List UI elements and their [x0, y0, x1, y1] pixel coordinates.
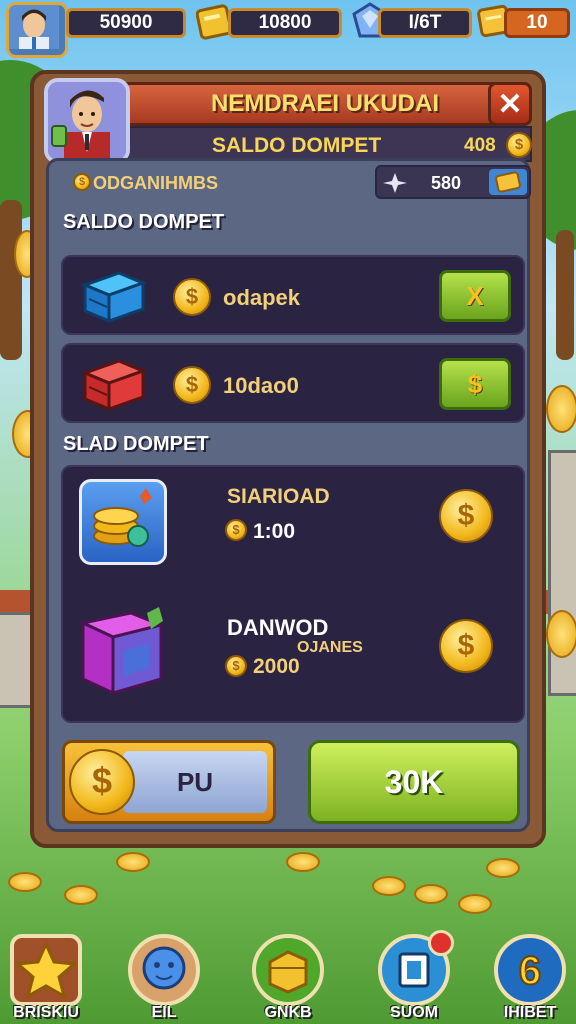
add-balance-button[interactable] — [489, 169, 527, 195]
nav-label: EIL — [151, 1004, 177, 1021]
purple-chest-icon[interactable] — [77, 607, 169, 699]
notification-badge — [428, 930, 454, 956]
gold-bar-icon — [196, 4, 232, 40]
coin-icon: $ — [225, 519, 247, 541]
nav-label: BRISKIU — [13, 1004, 79, 1021]
player-avatar[interactable] — [6, 2, 68, 58]
reward1-tile[interactable] — [79, 479, 167, 565]
nav-icon-box — [128, 934, 200, 1006]
row2-text: 10dao0 — [223, 373, 299, 398]
wallet-row-1: $ odapek X — [61, 255, 525, 335]
coin-stack-icon — [93, 488, 152, 547]
pu-button[interactable]: PU $ — [62, 740, 276, 824]
avatar-portrait-icon — [9, 5, 59, 51]
section-label-rewards: SLAD DOMPET — [63, 433, 209, 455]
row2-action-button[interactable]: $ — [439, 358, 511, 410]
blue-chest-icon — [80, 271, 147, 324]
coin-icon: $ — [225, 655, 247, 677]
reward2-amount: 2000 — [253, 655, 300, 678]
info-value: 580 — [431, 173, 462, 193]
top-hud: 50900 10800 I/6T 10 — [0, 0, 576, 58]
reward1-coin-icon[interactable]: $ — [439, 489, 493, 543]
energy-counter: I/6T — [378, 8, 472, 38]
red-chest-icon — [80, 359, 147, 412]
nav-icon-box — [252, 934, 324, 1006]
svg-text:6: 6 — [519, 949, 541, 993]
rewards-box: SIARIOAD $ 1:00 $ DANWOD OJANES $ 2000 $ — [61, 465, 525, 723]
coin-icon: $ — [73, 173, 91, 191]
close-button[interactable]: ✕ — [488, 82, 532, 126]
ticket-value: 10 — [526, 12, 548, 33]
character-portrait-icon — [48, 82, 126, 160]
row1-action-button[interactable]: X — [439, 270, 511, 322]
row1-text: odapek — [223, 285, 301, 310]
nav-item-briskiu[interactable]: BRISKIU — [2, 934, 90, 1024]
nav-label: IHIBET — [503, 1004, 557, 1021]
reward2-title: DANWOD — [227, 615, 329, 640]
gems-counter: 10800 — [228, 8, 342, 38]
gems-value: 10800 — [258, 12, 312, 33]
nav-item-eil[interactable]: EIL — [120, 934, 208, 1024]
nav-item-gnkb[interactable]: GNKB — [244, 934, 332, 1024]
info-balance: 580 — [375, 165, 531, 199]
nav-icon-box: 6 — [494, 934, 566, 1006]
dialog-title: NEMDRAEI UKUDAI — [211, 90, 439, 117]
dialog-title-bar: NEMDRAEI UKUDAI — [118, 82, 532, 126]
row2-button-label: $ — [467, 368, 483, 399]
dialog-avatar — [44, 78, 130, 164]
globe-icon — [142, 946, 186, 990]
dialog-content: $ ODGANIHMBS 580 SALDO DOMPET $ odapek X… — [46, 158, 531, 832]
pu-button-inner: PU — [123, 751, 267, 813]
reward1-title: SIARIOAD — [227, 485, 330, 508]
subtitle-value: 408 — [464, 135, 496, 156]
nav-icon-box — [10, 934, 82, 1006]
section-label-wallet: SALDO DOMPET — [63, 211, 225, 233]
coin-icon: $ — [506, 132, 532, 158]
reward2-subtitle: OJANES — [297, 639, 363, 656]
close-icon: ✕ — [497, 87, 523, 121]
reward1-amount: 1:00 — [253, 520, 296, 543]
sparkle-icon — [383, 173, 407, 193]
wallet-row-2: $ 10dao0 $ — [61, 343, 525, 423]
dialog-subtitle: SALDO DOMPET — [212, 134, 382, 157]
ticket-icon — [495, 171, 521, 193]
nav-item-suom[interactable]: SUOM — [370, 930, 458, 1024]
pu-button-label: PU — [176, 766, 214, 797]
wallet-dialog: NEMDRAEI UKUDAI ✕ SALDO DOMPET 408 $ $ O… — [30, 70, 546, 848]
confirm-button-label: 30K — [384, 763, 444, 800]
confirm-button[interactable]: 30K — [308, 740, 520, 824]
coin-icon: $ — [69, 749, 135, 815]
row1-button-label: X — [466, 280, 484, 311]
coin-icon: $ — [173, 366, 211, 404]
ticket-counter: 10 — [504, 8, 570, 38]
info-label: ODGANIHMBS — [93, 173, 218, 193]
nav-label: GNKB — [264, 1004, 312, 1021]
number-six-icon: 6 — [518, 948, 542, 994]
star-icon — [14, 940, 78, 1000]
gold-counter: 50900 — [66, 8, 186, 38]
reward2-coin-icon[interactable]: $ — [439, 619, 493, 673]
nav-item-ihibet[interactable]: 6 IHIBET — [486, 934, 574, 1024]
coin-icon: $ — [173, 278, 211, 316]
energy-value: I/6T — [408, 12, 442, 33]
nav-label: SUOM — [390, 1004, 438, 1021]
dialog-subtitle-bar: SALDO DOMPET 408 $ — [118, 126, 532, 162]
gold-value: 50900 — [99, 12, 153, 33]
treasure-icon — [268, 950, 308, 994]
